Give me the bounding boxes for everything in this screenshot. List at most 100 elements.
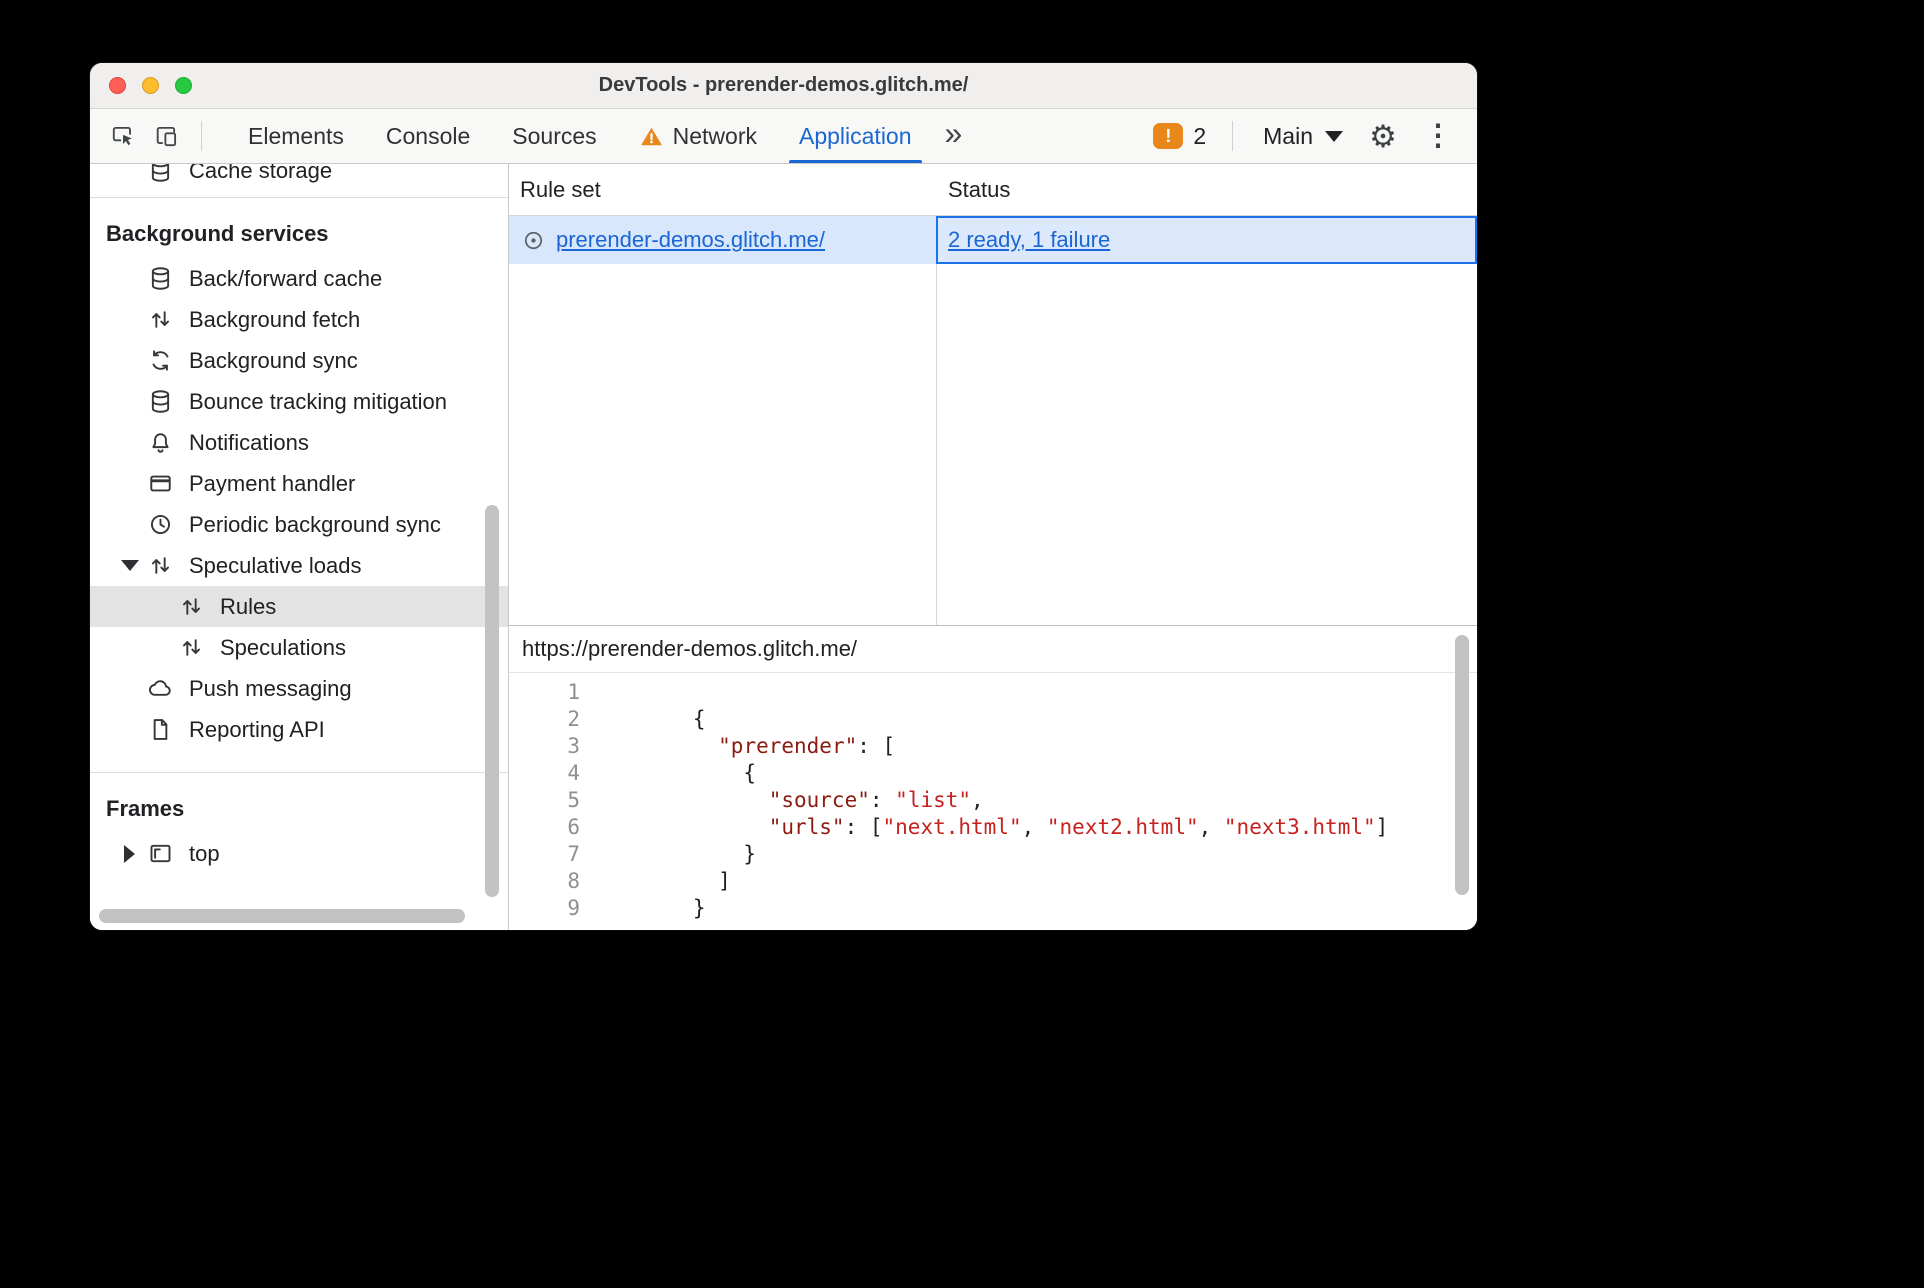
code-text: "prerender": [ bbox=[718, 734, 896, 758]
sidebar-item-bounce-tracking-mitigation[interactable]: Bounce tracking mitigation bbox=[90, 381, 508, 422]
panel-tab-strip: Elements Console Sources Network Application bbox=[227, 109, 933, 163]
code-text: ] bbox=[617, 869, 731, 893]
execution-context-selector[interactable]: Main bbox=[1259, 123, 1347, 150]
issues-count: 2 bbox=[1193, 122, 1207, 149]
sidebar-item-cache-storage[interactable]: Cache storage bbox=[90, 164, 508, 191]
sidebar-item-push-messaging[interactable]: Push messaging bbox=[90, 668, 508, 709]
sidebar-item-label: Rules bbox=[220, 593, 277, 619]
line-number: 5 bbox=[567, 788, 580, 812]
updown-icon bbox=[147, 552, 174, 579]
sidebar-item-label: Reporting API bbox=[189, 716, 325, 742]
source-vertical-scrollbar[interactable] bbox=[1455, 635, 1469, 895]
sidebar-section-header: Background services bbox=[106, 221, 329, 246]
line-number: 4 bbox=[567, 761, 580, 785]
sidebar-item-payment-handler[interactable]: Payment handler bbox=[90, 463, 508, 504]
minimize-window-button[interactable] bbox=[142, 77, 159, 94]
ruleset-icon bbox=[521, 228, 546, 253]
sidebar-item-reporting-api[interactable]: Reporting API bbox=[90, 709, 508, 750]
updown-icon bbox=[178, 593, 205, 620]
code-line: 5 "source": "list", bbox=[509, 787, 1477, 814]
code-text: { bbox=[617, 707, 706, 731]
devtools-toolbar: Elements Console Sources Network Application… bbox=[90, 109, 1477, 164]
warning-icon bbox=[639, 124, 664, 149]
tab-application[interactable]: Application bbox=[778, 109, 933, 163]
sidebar-item-top[interactable]: top bbox=[90, 833, 508, 874]
code-line: 8 ] bbox=[509, 868, 1477, 895]
line-number: 2 bbox=[567, 707, 580, 731]
code-line: 3 "prerender": [ bbox=[509, 733, 1477, 760]
device-toolbar-button[interactable] bbox=[148, 117, 186, 155]
line-number: 9 bbox=[567, 896, 580, 920]
rule-set-link[interactable]: prerender-demos.glitch.me/ bbox=[556, 227, 825, 253]
zoom-window-button[interactable] bbox=[175, 77, 192, 94]
issue-warning-icon: ! bbox=[1153, 123, 1184, 149]
sidebar-item-speculations[interactable]: Speculations bbox=[90, 627, 508, 668]
source-url: https://prerender-demos.glitch.me/ bbox=[509, 626, 1477, 673]
database-icon bbox=[147, 388, 174, 415]
tab-label: Network bbox=[672, 122, 757, 149]
sidebar-item-rules[interactable]: Rules bbox=[90, 586, 508, 627]
line-number: 6 bbox=[567, 815, 580, 839]
sidebar-item-back-forward-cache[interactable]: Back/forward cache bbox=[90, 258, 508, 299]
code-line: 7 } bbox=[509, 841, 1477, 868]
code-text: } bbox=[617, 842, 757, 866]
updown-icon bbox=[178, 634, 205, 661]
more-panels-button[interactable]: » bbox=[933, 109, 975, 163]
code-lines: 12 {3 "prerender": [4 {5 "source": "list… bbox=[509, 679, 1477, 922]
sidebar-horizontal-scrollbar[interactable] bbox=[99, 909, 465, 923]
database-icon bbox=[147, 164, 174, 184]
rule-set-source-panel: https://prerender-demos.glitch.me/ 12 {3… bbox=[509, 626, 1477, 930]
file-icon bbox=[147, 716, 174, 743]
toolbar-divider bbox=[1232, 121, 1234, 151]
table-row[interactable]: prerender-demos.glitch.me/2 ready, 1 fai… bbox=[509, 216, 1477, 264]
devtools-window: DevTools - prerender-demos.glitch.me/ El… bbox=[90, 63, 1477, 930]
toolbar-left-group bbox=[90, 109, 211, 163]
settings-button[interactable]: ⚙ bbox=[1364, 117, 1402, 155]
close-window-button[interactable] bbox=[109, 77, 126, 94]
device-toolbar-icon bbox=[154, 123, 180, 149]
sidebar-separator bbox=[90, 197, 508, 198]
traffic-lights bbox=[109, 63, 192, 108]
sidebar-item-label: Speculative loads bbox=[189, 552, 362, 578]
code-line: 9 } bbox=[509, 895, 1477, 922]
code-editor[interactable]: 12 {3 "prerender": [4 {5 "source": "list… bbox=[509, 673, 1477, 930]
toolbar-divider bbox=[201, 121, 202, 151]
sidebar-item-label: Payment handler bbox=[189, 470, 356, 496]
sync-icon bbox=[147, 347, 174, 374]
sidebar-tree: Cache storage Background services Back/for… bbox=[90, 164, 508, 874]
tab-console[interactable]: Console bbox=[365, 109, 491, 163]
column-header-status: Status bbox=[948, 176, 1011, 202]
sidebar-vertical-scrollbar[interactable] bbox=[485, 505, 499, 897]
sidebar-separator bbox=[90, 772, 508, 773]
frame-icon bbox=[147, 840, 174, 867]
column-header-rule-set: Rule set bbox=[520, 176, 601, 202]
sidebar-item-periodic-background-sync[interactable]: Periodic background sync bbox=[90, 504, 508, 545]
triangle-collapsed-icon[interactable] bbox=[124, 844, 135, 863]
triangle-expanded-icon[interactable] bbox=[121, 560, 139, 571]
chevron-double-right-icon: » bbox=[944, 114, 963, 151]
rule-set-cell[interactable]: prerender-demos.glitch.me/ bbox=[509, 216, 936, 264]
application-sidebar: Cache storage Background services Back/for… bbox=[90, 164, 509, 930]
issues-counter-button[interactable]: ! 2 bbox=[1153, 123, 1206, 150]
rule-set-table: Rule set Status prerender-demos.glitch.m… bbox=[509, 164, 1477, 626]
chevron-down-icon bbox=[1325, 130, 1343, 142]
tab-network[interactable]: Network bbox=[618, 109, 778, 163]
tab-elements[interactable]: Elements bbox=[227, 109, 365, 163]
cloud-icon bbox=[147, 675, 174, 702]
sidebar-item-notifications[interactable]: Notifications bbox=[90, 422, 508, 463]
sidebar-section-header: Frames bbox=[106, 796, 185, 821]
sidebar-item-background-sync[interactable]: Background sync bbox=[90, 340, 508, 381]
code-text: } bbox=[617, 896, 706, 920]
toolbar-right-group: ! 2 Main ⚙ ⋮ bbox=[1153, 109, 1477, 163]
customize-menu-button[interactable]: ⋮ bbox=[1419, 117, 1457, 155]
inspect-element-button[interactable] bbox=[104, 117, 142, 155]
tab-label: Elements bbox=[248, 122, 344, 149]
tab-sources[interactable]: Sources bbox=[491, 109, 617, 163]
sidebar-item-label: top bbox=[189, 840, 220, 866]
status-cell[interactable]: 2 ready, 1 failure bbox=[936, 216, 1477, 264]
sidebar-item-background-fetch[interactable]: Background fetch bbox=[90, 299, 508, 340]
code-line: 6 "urls": ["next.html", "next2.html", "n… bbox=[509, 814, 1477, 841]
context-label: Main bbox=[1263, 122, 1313, 149]
sidebar-item-speculative-loads[interactable]: Speculative loads bbox=[90, 545, 508, 586]
status-link[interactable]: 2 ready, 1 failure bbox=[948, 227, 1110, 253]
